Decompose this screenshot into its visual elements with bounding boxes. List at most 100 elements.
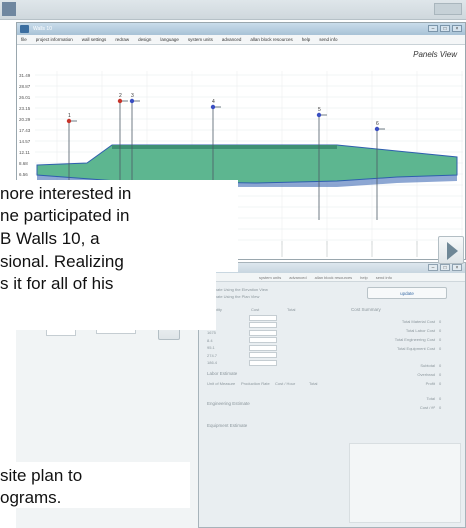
menu-item-advanced[interactable]: advanced [289, 273, 306, 281]
menu-item-system-units[interactable]: system units [259, 273, 281, 281]
notes-panel [349, 443, 461, 523]
summary-value: 0 [439, 319, 442, 324]
marker-label: 3 [131, 93, 134, 99]
labor-column-header: Production Rate [241, 381, 270, 386]
col-total: Total [287, 307, 296, 312]
menu-bar: system units advanced allan block resource… [199, 273, 465, 282]
marker-dot[interactable] [66, 118, 72, 124]
labor-column-header: Total [309, 381, 318, 386]
y-tick-label: 28.87 [19, 84, 31, 89]
summary-value: 0 [439, 337, 442, 342]
minimize-button[interactable]: – [428, 25, 438, 32]
summary-value: 0 [439, 396, 442, 401]
summary-label: Total [426, 396, 435, 401]
cost-summary-title: Cost Summary [351, 307, 381, 312]
summary-value: 0 [439, 328, 442, 333]
window-icon [2, 2, 16, 16]
minimize-button[interactable]: – [428, 264, 438, 271]
summary-label: Total Labor Cost [405, 328, 435, 333]
menu-item-system-units[interactable]: system units [188, 35, 213, 44]
menu-item-allan-block-resources[interactable]: allan block resources [250, 35, 292, 44]
estimate-window: – □ × system units advanced allan block re… [198, 262, 466, 528]
summary-value: 0 [439, 381, 442, 386]
cost-input[interactable] [249, 337, 277, 343]
body-text-line: s it for all of his [0, 274, 114, 293]
cost-input[interactable] [249, 314, 277, 321]
maximize-button[interactable]: □ [440, 25, 450, 32]
marker-label: 4 [212, 99, 215, 105]
y-tick-label: 14.57 [19, 139, 31, 144]
cost-input[interactable] [249, 344, 277, 351]
marker-dot[interactable] [129, 98, 135, 104]
y-tick-label: 26.01 [19, 95, 31, 100]
labor-column-header: Unit of Measure [207, 381, 236, 386]
cost-input[interactable] [249, 329, 277, 336]
quantity-value: 1675 [207, 330, 216, 335]
cost-input[interactable] [249, 352, 277, 358]
menu-bar: file project information wall settings redr… [17, 35, 465, 45]
summary-value: 0 [439, 405, 442, 410]
window-title: Walls 10 [33, 26, 52, 32]
summary-label: Overhead [417, 372, 435, 377]
body-text-line: nore interested in [0, 184, 132, 203]
quantity-value: 274.7 [207, 352, 218, 358]
menu-item-send-info[interactable]: send info [319, 35, 337, 44]
menu-item-advanced[interactable]: advanced [222, 35, 242, 44]
menu-item-help[interactable]: help [360, 273, 368, 281]
summary-label: Subtotal [420, 363, 435, 368]
chevron-right-icon [447, 242, 458, 260]
marker-label: 6 [376, 121, 379, 127]
cost-input[interactable] [249, 359, 277, 366]
engineering-title: Engineering Estimate [207, 401, 250, 406]
y-tick-label: 8.68 [19, 161, 28, 166]
menu-item-redraw[interactable]: redraw [115, 35, 129, 44]
window-controls[interactable] [434, 3, 462, 15]
checkbox-elevation[interactable]: Estimate Using the Elevation View [207, 287, 268, 292]
menu-item-allan-block-resources[interactable]: allan block resources [315, 273, 353, 281]
y-tick-label: 23.15 [19, 106, 31, 111]
marker-dot[interactable] [210, 104, 216, 110]
window-controls: – □ × [428, 25, 462, 32]
summary-label: Profit [425, 381, 435, 386]
cost-input[interactable] [249, 322, 277, 328]
next-arrow-button[interactable] [438, 236, 464, 264]
summary-label: Total Equipment Cost [396, 346, 435, 351]
quantity-value: 186.4 [207, 360, 218, 365]
menu-item-help[interactable]: help [302, 35, 311, 44]
equipment-title: Equipment Estimate [207, 423, 248, 428]
quantity-value: 8.4 [207, 337, 213, 343]
body-text-line: site plan to [0, 466, 83, 485]
body-text-line: ograms. [0, 488, 62, 507]
marker-dot[interactable] [117, 98, 123, 104]
labor-title: Labor Estimate [207, 371, 238, 376]
body-text-line: ne participated in [0, 206, 130, 225]
menu-item-language[interactable]: language [160, 35, 179, 44]
body-text-line: sional. Realizing [0, 252, 124, 271]
menu-item-design[interactable]: design [138, 35, 151, 44]
close-button[interactable]: × [452, 264, 462, 271]
window-controls: – □ × [428, 264, 462, 271]
marker-dot[interactable] [316, 112, 322, 118]
wall-top-course [112, 145, 337, 149]
menu-item-project-information[interactable]: project information [36, 35, 73, 44]
menu-item-wall-settings[interactable]: wall settings [82, 35, 107, 44]
close-button[interactable]: × [452, 25, 462, 32]
summary-label: Total Material Cost [401, 319, 435, 324]
maximize-button[interactable]: □ [440, 264, 450, 271]
summary-label: Total Engineering Cost [394, 337, 435, 342]
title-bar: – □ × [199, 263, 465, 273]
summary-value: 0 [439, 346, 442, 351]
y-tick-label: 6.56 [19, 172, 28, 177]
app-icon [20, 25, 29, 33]
marker-label: 5 [318, 107, 321, 113]
view-label: Panels View [413, 50, 458, 59]
y-tick-label: 17.43 [19, 128, 31, 133]
menu-item-file[interactable]: file [21, 35, 27, 44]
quantity-value: 95.1 [207, 345, 215, 350]
body-text-line: B Walls 10, a [0, 229, 100, 248]
marker-dot[interactable] [374, 126, 380, 132]
title-bar: Walls 10 – □ × [17, 23, 465, 35]
update-button[interactable]: update [367, 287, 447, 299]
previous-window-strip [0, 0, 466, 20]
menu-item-send-info[interactable]: send info [376, 273, 392, 281]
